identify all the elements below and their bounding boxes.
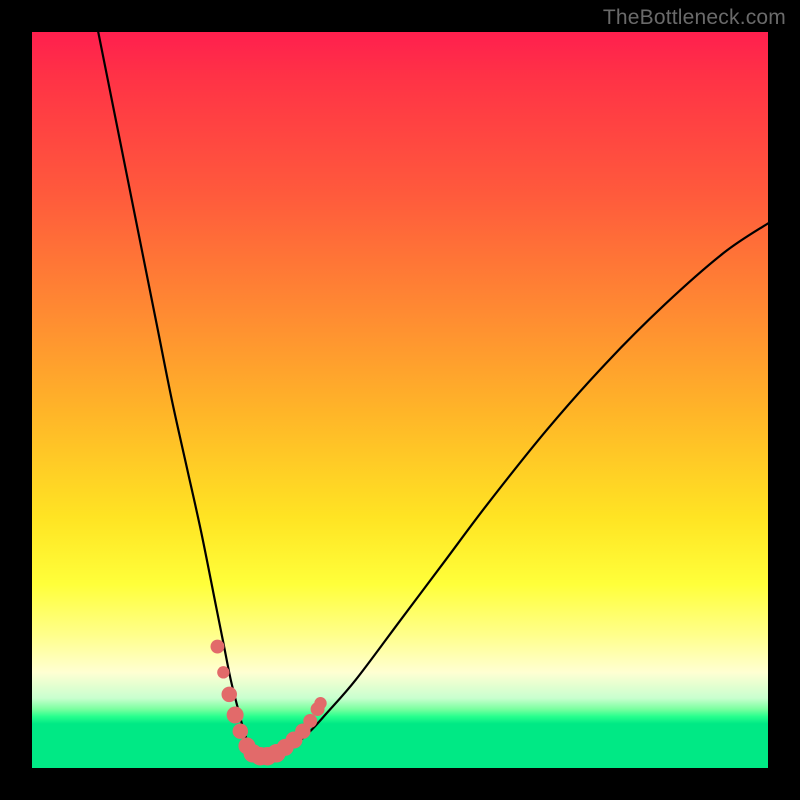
plot-area <box>32 32 768 768</box>
curve-marker <box>314 697 326 709</box>
watermark-text: TheBottleneck.com <box>603 6 786 30</box>
curve-svg <box>32 32 768 768</box>
curve-marker <box>217 666 229 678</box>
curve-marker <box>303 714 317 728</box>
curve-marker <box>211 640 225 654</box>
curve-marker <box>233 723 248 738</box>
curve-markers <box>211 640 327 766</box>
bottleneck-curve <box>98 32 768 757</box>
curve-marker <box>222 687 237 702</box>
chart-frame: TheBottleneck.com <box>0 0 800 800</box>
curve-marker <box>227 707 244 724</box>
